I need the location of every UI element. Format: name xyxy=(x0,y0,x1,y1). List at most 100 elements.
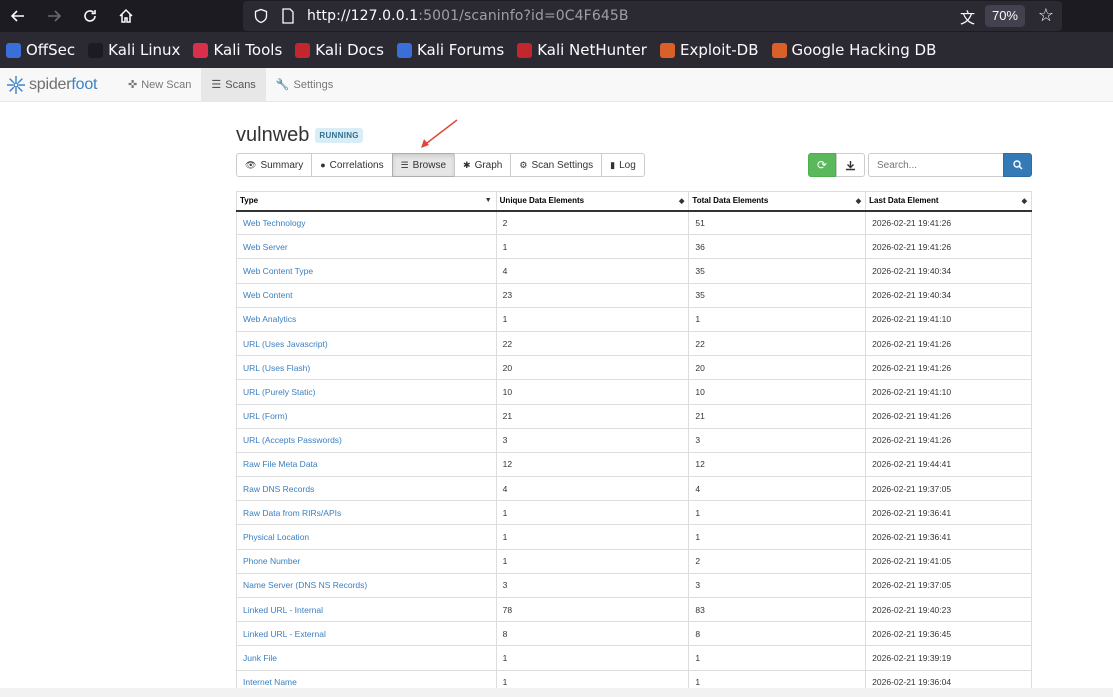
type-link[interactable]: Web Technology xyxy=(243,218,306,228)
cell-unique-count: 3 xyxy=(495,427,690,453)
search-icon xyxy=(1012,160,1023,170)
search-input[interactable] xyxy=(868,153,1004,177)
zoom-level[interactable]: 70% xyxy=(984,5,1025,27)
summary-icon: 👁 xyxy=(245,159,257,170)
bookmark-item[interactable]: Kali Linux xyxy=(88,41,180,59)
table-row: Linked URL - External 8 8 2026-02-21 19:36:… xyxy=(236,621,1032,647)
cell-unique-count: 3 xyxy=(495,572,690,599)
type-link[interactable]: Linked URL - Internal xyxy=(243,605,323,615)
cell-type: Web Server xyxy=(236,234,497,260)
type-link[interactable]: URL (Accepts Passwords) xyxy=(243,435,342,445)
brand-logo[interactable]: spider foot xyxy=(0,68,118,101)
type-link[interactable]: Web Server xyxy=(243,242,288,252)
cell-unique-count: 8 xyxy=(495,621,690,647)
forward-button[interactable] xyxy=(39,1,69,31)
cell-type: Junk File xyxy=(236,645,497,671)
cell-unique-count: 10 xyxy=(495,379,690,405)
bookmark-item[interactable]: Kali Forums xyxy=(396,41,504,59)
url-bar[interactable]: http://127.0.0.1:5001/scaninfo?id=0C4F64… xyxy=(243,1,1062,31)
table-row: Junk File 1 1 2026-02-21 19:39:19 xyxy=(236,645,1032,671)
translate-icon[interactable]: 文 xyxy=(960,7,975,28)
shield-icon xyxy=(254,8,268,24)
cell-unique-count: 23 xyxy=(495,282,690,308)
table-row: URL (Form) 21 21 2026-02-21 19:41:26 xyxy=(236,403,1032,429)
tab-summary[interactable]: 👁 Summary xyxy=(236,153,313,177)
cell-unique-count: 4 xyxy=(495,476,690,502)
cell-last-seen: 2026-02-21 19:44:41 xyxy=(865,451,1032,478)
tab-graph[interactable]: ✱ Graph xyxy=(454,153,512,177)
bookmark-item[interactable]: Kali NetHunter xyxy=(517,41,647,59)
cell-unique-count: 1 xyxy=(495,548,690,574)
bookmark-favicon-icon xyxy=(6,42,21,58)
type-link[interactable]: URL (Purely Static) xyxy=(243,387,315,397)
table-row: URL (Purely Static) 10 10 2026-02-21 19:41:… xyxy=(236,379,1032,405)
tab-scan-settings[interactable]: ⚙ Scan Settings xyxy=(510,153,603,177)
cell-type: Web Content xyxy=(236,282,497,308)
cell-last-seen: 2026-02-21 19:41:10 xyxy=(865,379,1032,405)
type-link[interactable]: Name Server (DNS NS Records) xyxy=(243,580,367,590)
type-link[interactable]: URL (Uses Javascript) xyxy=(243,339,328,349)
cell-total-count: 35 xyxy=(688,282,867,308)
arrow-right-icon xyxy=(48,10,62,22)
col-header-total[interactable]: Total Data Elements ◆ xyxy=(688,191,867,212)
cell-total-count: 51 xyxy=(688,209,867,236)
cell-total-count: 21 xyxy=(688,403,867,429)
refresh-button[interactable]: ⟳ xyxy=(808,153,836,177)
reload-button[interactable] xyxy=(75,1,105,31)
bookmark-item[interactable]: OffSec xyxy=(6,41,75,59)
type-link[interactable]: Web Content Type xyxy=(243,266,313,276)
type-link[interactable]: Physical Location xyxy=(243,532,309,542)
col-header-last[interactable]: Last Data Element ◆ xyxy=(865,191,1032,212)
nav-new-scan[interactable]: ✜ New Scan xyxy=(118,68,201,101)
cell-total-count: 36 xyxy=(688,234,867,260)
type-link[interactable]: Raw File Meta Data xyxy=(243,459,318,469)
cell-last-seen: 2026-02-21 19:40:34 xyxy=(865,258,1032,284)
graph-icon: ✱ xyxy=(463,159,471,170)
url-text[interactable]: http://127.0.0.1:5001/scaninfo?id=0C4F64… xyxy=(307,8,629,24)
tab-log[interactable]: ▮ Log xyxy=(601,153,645,177)
home-button[interactable] xyxy=(111,1,141,31)
bookmark-item[interactable]: Exploit-DB xyxy=(659,41,759,59)
bookmark-star-icon[interactable]: ☆ xyxy=(1038,5,1054,26)
bookmark-item[interactable]: Google Hacking DB xyxy=(771,41,936,59)
type-link[interactable]: Web Analytics xyxy=(243,314,296,324)
cell-last-seen: 2026-02-21 19:36:45 xyxy=(865,621,1032,647)
cell-type: Web Content Type xyxy=(236,258,497,284)
bookmark-favicon-icon xyxy=(771,42,787,58)
bookmark-item[interactable]: Kali Tools xyxy=(193,41,282,59)
nav-settings[interactable]: 🔧 Settings xyxy=(266,68,343,101)
col-header-type[interactable]: Type ▼ xyxy=(236,191,497,212)
type-link[interactable]: Junk File xyxy=(243,653,277,663)
status-badge: RUNNING xyxy=(315,127,363,143)
cell-total-count: 20 xyxy=(688,355,867,381)
nav-scans[interactable]: ☰ Scans xyxy=(201,68,266,101)
download-button[interactable] xyxy=(836,153,865,177)
table-header-row: Type ▼ Unique Data Elements ◆ Total Data E… xyxy=(236,191,1032,212)
tab-correlations[interactable]: ● Correlations xyxy=(311,153,393,177)
back-button[interactable] xyxy=(3,1,33,31)
cell-unique-count: 12 xyxy=(495,451,690,478)
type-link[interactable]: Web Content xyxy=(243,290,292,300)
search-button[interactable] xyxy=(1003,153,1032,177)
brand-text-foot: foot xyxy=(71,75,98,93)
col-header-unique[interactable]: Unique Data Elements ◆ xyxy=(495,191,690,212)
bookmark-favicon-icon xyxy=(396,42,412,58)
type-link[interactable]: URL (Uses Flash) xyxy=(243,363,310,373)
type-link[interactable]: Raw DNS Records xyxy=(243,484,314,494)
table-row: Web Content Type 4 35 2026-02-21 19:40:34 xyxy=(236,258,1032,284)
type-link[interactable]: Phone Number xyxy=(243,556,300,566)
table-row: Raw DNS Records 4 4 2026-02-21 19:37:05 xyxy=(236,476,1032,502)
bookmark-item[interactable]: Kali Docs xyxy=(295,41,384,59)
cell-last-seen: 2026-02-21 19:40:34 xyxy=(865,282,1032,308)
cell-unique-count: 2 xyxy=(495,209,690,236)
cell-type: Name Server (DNS NS Records) xyxy=(236,572,497,599)
cell-last-seen: 2026-02-21 19:41:26 xyxy=(865,209,1032,236)
correlations-icon: ● xyxy=(320,160,326,170)
tab-browse[interactable]: ☰ Browse xyxy=(391,153,456,177)
type-link[interactable]: Internet Name xyxy=(243,677,297,687)
type-link[interactable]: Linked URL - External xyxy=(243,629,326,639)
type-link[interactable]: URL (Form) xyxy=(243,411,288,421)
cell-total-count: 2 xyxy=(688,548,867,574)
type-link[interactable]: Raw Data from RIRs/APIs xyxy=(243,508,341,518)
sort-icon: ◆ xyxy=(1021,198,1027,205)
